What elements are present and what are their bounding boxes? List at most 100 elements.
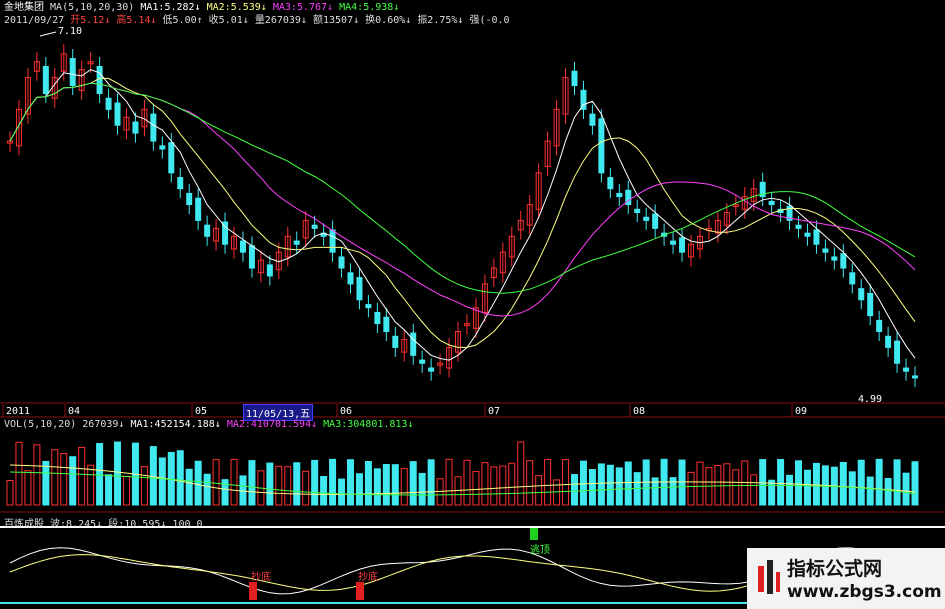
- volume-bar: [777, 458, 785, 506]
- x-axis-label: 09: [795, 406, 807, 417]
- candle-body: [96, 66, 103, 94]
- candle-body: [338, 256, 345, 269]
- top-signal-bar: [530, 528, 538, 540]
- volume-bar: [24, 470, 32, 506]
- volume-bar: [221, 479, 229, 506]
- vol-ma3: MA3:304801.813↓: [323, 419, 414, 430]
- candle-body: [150, 113, 157, 142]
- volume-bar: [364, 460, 372, 506]
- candle-body: [643, 216, 650, 221]
- high-value: 高5.14↓: [116, 15, 157, 26]
- volume-bar: [606, 464, 614, 506]
- ma2-value: MA2:5.539↓: [206, 2, 267, 13]
- volume-bar: [60, 453, 68, 506]
- candle-body: [670, 240, 677, 245]
- candle-body: [374, 311, 381, 325]
- candle-body: [822, 248, 829, 253]
- volume-bar: [472, 471, 480, 506]
- candle-body: [177, 177, 184, 190]
- bottom-signal-bar: [249, 582, 257, 600]
- volume-bar: [490, 466, 498, 506]
- candle-body: [239, 240, 246, 253]
- candle-body: [293, 240, 300, 245]
- open-value: 开5.12↓: [70, 15, 111, 26]
- x-axis-label: 07: [488, 406, 500, 417]
- volume-bar: [803, 469, 811, 506]
- volume-bar: [571, 474, 579, 506]
- volume-bar: [911, 461, 919, 506]
- vol-value: 267039↓: [82, 419, 125, 430]
- candle-body: [159, 145, 166, 150]
- candle-body: [831, 256, 838, 261]
- candle-body: [589, 113, 596, 126]
- candle-body: [105, 97, 112, 110]
- x-axis-label: 04: [68, 406, 80, 417]
- volume-bar: [266, 462, 274, 506]
- candle-body: [813, 229, 820, 245]
- volume-bar: [615, 467, 623, 506]
- volume-bar: [284, 466, 292, 506]
- volume-bar: [248, 460, 256, 506]
- volume-bar: [6, 480, 14, 506]
- candle-body: [795, 224, 802, 229]
- candle-body: [383, 316, 390, 333]
- ind-value: 100 0: [172, 519, 203, 530]
- volume-bar: [714, 464, 722, 506]
- volume-bar: [302, 470, 310, 506]
- volume-bar: [463, 459, 471, 506]
- bottom-signal-label: 抄底: [251, 570, 271, 583]
- volume-bar: [687, 471, 695, 506]
- candle-body: [195, 197, 202, 221]
- ind-line2: 段:10.595↓: [108, 519, 167, 530]
- volume-bar: [544, 458, 552, 506]
- candle-body: [885, 335, 892, 348]
- logo-icon: [758, 560, 780, 594]
- volume-bar: [786, 474, 794, 506]
- volume-bar: [839, 461, 847, 506]
- volume-bar: [176, 450, 184, 506]
- volume-bar: [400, 468, 408, 506]
- ind-title: 百炼成股: [4, 519, 44, 530]
- candle-body: [840, 253, 847, 269]
- candle-body: [894, 340, 901, 364]
- low-value: 低5.00↑: [162, 15, 203, 26]
- volume-bar: [373, 468, 381, 506]
- volume-bar: [508, 462, 516, 506]
- candle-body: [768, 200, 775, 206]
- ma-label: MA(5,10,20,30): [50, 2, 135, 13]
- date-value: 2011/09/27: [4, 15, 65, 26]
- candle-body: [652, 213, 659, 229]
- candle-body: [392, 335, 399, 348]
- volume-bar: [723, 463, 731, 506]
- watermark: 指标公式网 www.zbgs3.com: [747, 548, 945, 609]
- candle-body: [616, 192, 623, 198]
- candle-body: [132, 121, 139, 134]
- bottom-signal-label: 抄底: [358, 570, 378, 583]
- volume-bar: [562, 459, 570, 506]
- candle-body: [186, 192, 193, 206]
- ma4-value: MA4:5.938↓: [339, 2, 400, 13]
- candle-body: [168, 142, 175, 174]
- volume-bar: [33, 444, 41, 506]
- candle-body: [266, 264, 273, 277]
- candle-body: [867, 292, 874, 317]
- volume-bar: [884, 477, 892, 506]
- volume-bar: [212, 459, 220, 506]
- candle-body: [69, 58, 76, 87]
- volume-bar: [696, 461, 704, 506]
- candle-body: [876, 319, 883, 333]
- ma1-line: [9, 69, 916, 361]
- candle-body: [356, 277, 363, 301]
- volume-bar: [750, 474, 758, 506]
- volume-bar: [293, 462, 301, 506]
- ma3-value: MA3:5.767↓: [272, 2, 334, 13]
- candle-body: [849, 272, 856, 285]
- candle-body: [607, 177, 614, 190]
- volume-bar: [230, 458, 238, 506]
- candle-body: [410, 332, 417, 356]
- vol-ma2: MA2:410701.594↓: [226, 419, 318, 430]
- ind-line1: 波:8.245↓: [50, 519, 103, 530]
- top-signal-label: 逃顶: [530, 543, 550, 556]
- candle-body: [114, 102, 121, 126]
- volume-bar: [391, 464, 399, 506]
